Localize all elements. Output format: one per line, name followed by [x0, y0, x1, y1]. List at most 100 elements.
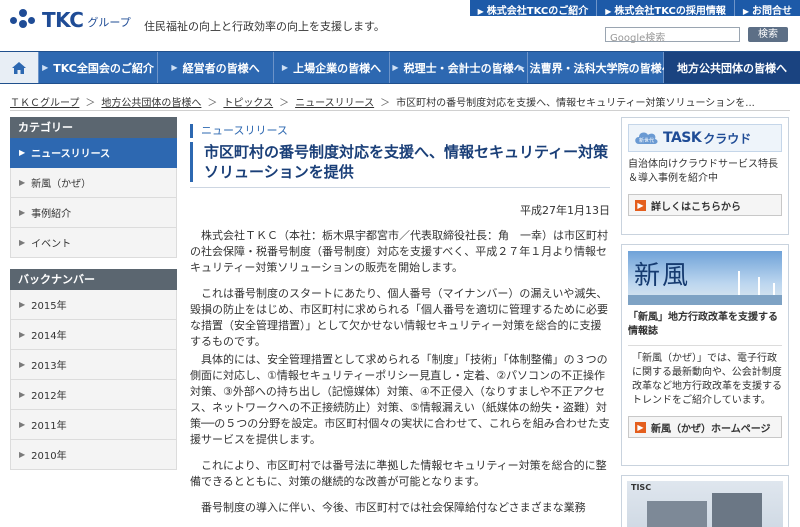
kaze-cover-image: 新風: [628, 251, 782, 305]
gnav-label: 税理士・会計士の皆様へ: [403, 61, 525, 75]
header: TKC グループ 住民福祉の向上と行政効率の向上を支援します。 ▶ 株式会社TKC…: [0, 0, 800, 50]
top-link-label: 株式会社TKCの採用情報: [614, 6, 726, 17]
sidebar-item-label: 2013年: [31, 361, 67, 372]
arrow-right-icon: ▶: [42, 63, 49, 72]
button-label: 新風（かぜ）ホームページ: [651, 423, 771, 435]
arrow-right-icon: ▶: [19, 208, 26, 217]
top-link-label: 株式会社TKCのご紹介: [486, 6, 589, 17]
gnav-label: 法曹界・法科大学院の皆様へ: [529, 61, 673, 75]
breadcrumb-current: 市区町村の番号制度対応を支援へ、情報セキュリティー対策ソリューションを...: [396, 98, 755, 109]
article-paragraph: 株式会社ＴＫＣ（本社：栃木県宇都宮市／代表取締役社長：角 一幸）は市区町村の社会…: [190, 229, 608, 274]
gnav-local-government[interactable]: 地方公共団体の皆様へ: [664, 52, 800, 83]
sidebar-item-year-2010[interactable]: ▶ 2010年: [10, 440, 177, 470]
category-heading: カテゴリー: [10, 117, 177, 138]
breadcrumb-item[interactable]: 地方公共団体の皆様へ: [101, 94, 201, 109]
top-link-recruit[interactable]: ▶ 株式会社TKCの採用情報: [596, 0, 734, 17]
global-nav: ▶ TKC全国会のご紹介 ▶ 経営者の皆様へ ▶ 上場企業の皆様へ ▶ 税理士・会計士の…: [0, 51, 800, 84]
article-paragraph: 具体的には、安全管理措置として求められる「制度」「技術」「体制整備」の３つの側面…: [190, 353, 610, 446]
task-logo-small: 新世代: [639, 137, 654, 144]
arrow-right-icon: ▶: [19, 300, 26, 309]
gnav-tax-accountants[interactable]: ▶ 税理士・会計士の皆様へ: [390, 52, 528, 83]
home-button[interactable]: [0, 52, 39, 83]
sidebar-item-label: 2012年: [31, 391, 67, 402]
arrow-right-icon: ▶: [477, 7, 484, 16]
arrow-right-icon: ▶: [635, 421, 646, 433]
cloud-icon: 新世代: [633, 129, 659, 147]
breadcrumb-item[interactable]: ＴＫＣグループ: [10, 94, 79, 109]
gnav-label: 経営者の皆様へ: [182, 61, 260, 75]
arrow-right-icon: ▶: [19, 178, 26, 187]
sidebar: カテゴリー ▶ ニュースリリース ▶ 新風（かぜ） ▶ 事例紹介 ▶ イベント バックナ…: [10, 117, 177, 470]
article-date: 平成27年1月13日: [520, 204, 610, 217]
breadcrumb-separator: ＞: [279, 98, 290, 109]
tisc-banner[interactable]: TISC: [621, 475, 789, 527]
sidebar-item-label: 事例紹介: [31, 209, 72, 220]
logo-sub: グループ: [87, 16, 131, 29]
arrow-right-icon: ▶: [635, 199, 646, 211]
kaze-title: 「新風」地方行政改革を支援する情報誌: [628, 312, 778, 337]
sidebar-item-label: 2011年: [31, 421, 67, 432]
arrow-right-icon: ▶: [19, 238, 26, 247]
arrow-right-icon: ▶: [19, 450, 26, 459]
tisc-label: TISC: [631, 483, 652, 492]
task-cloud-banner[interactable]: 新世代 TASK クラウド 自治体向けクラウドサービス特長＆導入事例を紹介中 ▶…: [621, 117, 789, 235]
kaze-text: 「新風（かぜ）」では、電子行政に関する最新動向や、公会計制度改革など地方行政改革…: [632, 353, 782, 406]
arrow-right-icon: ▶: [605, 7, 612, 16]
breadcrumb: ＴＫＣグループ ＞ 地方公共団体の皆様へ ＞ トピックス ＞ ニュースリリース ＞ 市区…: [10, 94, 755, 109]
task-logo-kana: クラウド: [703, 131, 752, 146]
gnav-listed-companies[interactable]: ▶ 上場企業の皆様へ: [274, 52, 390, 83]
top-link-company[interactable]: ▶ 株式会社TKCのご紹介: [470, 0, 597, 17]
breadcrumb-item[interactable]: ニュースリリース: [295, 94, 374, 109]
tkc-logo[interactable]: TKC グループ: [10, 8, 131, 32]
top-links: ▶ 株式会社TKCのご紹介 ▶ 株式会社TKCの採用情報 ▶ お問合せ: [469, 0, 800, 17]
sidebar-item-year-2013[interactable]: ▶ 2013年: [10, 350, 177, 380]
sidebar-item-year-2012[interactable]: ▶ 2012年: [10, 380, 177, 410]
article-paragraph: 番号制度の導入に伴い、今後、市区町村では社会保障給付などさまざまな業務: [201, 501, 586, 514]
arrow-right-icon: ▶: [281, 63, 289, 72]
sidebar-item-news-release[interactable]: ▶ ニュースリリース: [10, 138, 177, 168]
gnav-managers[interactable]: ▶ 経営者の皆様へ: [158, 52, 274, 83]
task-logo-word: TASK: [663, 130, 702, 146]
button-label: 詳しくはこちらから: [651, 201, 741, 213]
top-link-contact[interactable]: ▶ お問合せ: [733, 0, 800, 17]
kaze-divider: [628, 345, 782, 346]
tkc-logo-mark-icon: [10, 9, 38, 31]
arrow-right-icon: ▶: [19, 148, 26, 157]
kaze-homepage-button[interactable]: ▶ 新風（かぜ）ホームページ: [628, 416, 782, 438]
top-link-label: お問合せ: [752, 6, 792, 17]
gnav-legal[interactable]: ▶ 法曹界・法科大学院の皆様へ: [518, 52, 673, 83]
arrow-right-icon: ▶: [19, 360, 26, 369]
gnav-label: TKC全国会のご紹介: [53, 61, 154, 75]
breadcrumb-item[interactable]: トピックス: [223, 94, 273, 109]
kaze-banner[interactable]: 新風 「新風」地方行政改革を支援する情報誌 「新風（かぜ）」では、電子行政に関す…: [621, 244, 789, 466]
sidebar-item-cases[interactable]: ▶ 事例紹介: [10, 198, 177, 228]
backnumber-heading: バックナンバー: [10, 269, 177, 290]
sidebar-item-year-2011[interactable]: ▶ 2011年: [10, 410, 177, 440]
task-cloud-text: 自治体向けクラウドサービス特長＆導入事例を紹介中: [628, 159, 778, 184]
arrow-right-icon: ▶: [171, 63, 178, 72]
breadcrumb-separator: ＞: [85, 98, 96, 109]
sidebar-item-year-2014[interactable]: ▶ 2014年: [10, 320, 177, 350]
gnav-label: 上場企業の皆様へ: [293, 61, 382, 75]
search-area: Google検索 検索: [605, 27, 788, 44]
gnav-tkc-zenkokukai[interactable]: ▶ TKC全国会のご紹介: [39, 52, 158, 83]
right-column: 新世代 TASK クラウド 自治体向けクラウドサービス特長＆導入事例を紹介中 ▶…: [621, 117, 789, 527]
sidebar-item-year-2015[interactable]: ▶ 2015年: [10, 290, 177, 320]
search-button[interactable]: 検索: [748, 27, 788, 42]
sidebar-item-label: ニュースリリース: [31, 149, 111, 160]
article: ニュースリリース 市区町村の番号制度対応を支援へ、情報セキュリティー対策ソリュー…: [190, 124, 610, 516]
sidebar-item-events[interactable]: ▶ イベント: [10, 228, 177, 258]
logo-text: TKC: [42, 8, 84, 32]
sidebar-item-kaze[interactable]: ▶ 新風（かぜ）: [10, 168, 177, 198]
sidebar-item-label: 2010年: [31, 451, 67, 462]
breadcrumb-separator: ＞: [207, 98, 218, 109]
task-cloud-logo: 新世代 TASK クラウド: [628, 124, 782, 152]
kaze-kanji: 新風: [634, 261, 691, 291]
arrow-right-icon: ▶: [392, 63, 399, 72]
search-input[interactable]: Google検索: [605, 27, 740, 44]
gnav-label: 地方公共団体の皆様へ: [677, 61, 787, 75]
arrow-right-icon: ▶: [19, 420, 26, 429]
task-cloud-details-button[interactable]: ▶ 詳しくはこちらから: [628, 194, 782, 216]
home-icon: [12, 61, 26, 74]
sidebar-item-label: 新風（かぜ）: [31, 179, 92, 190]
